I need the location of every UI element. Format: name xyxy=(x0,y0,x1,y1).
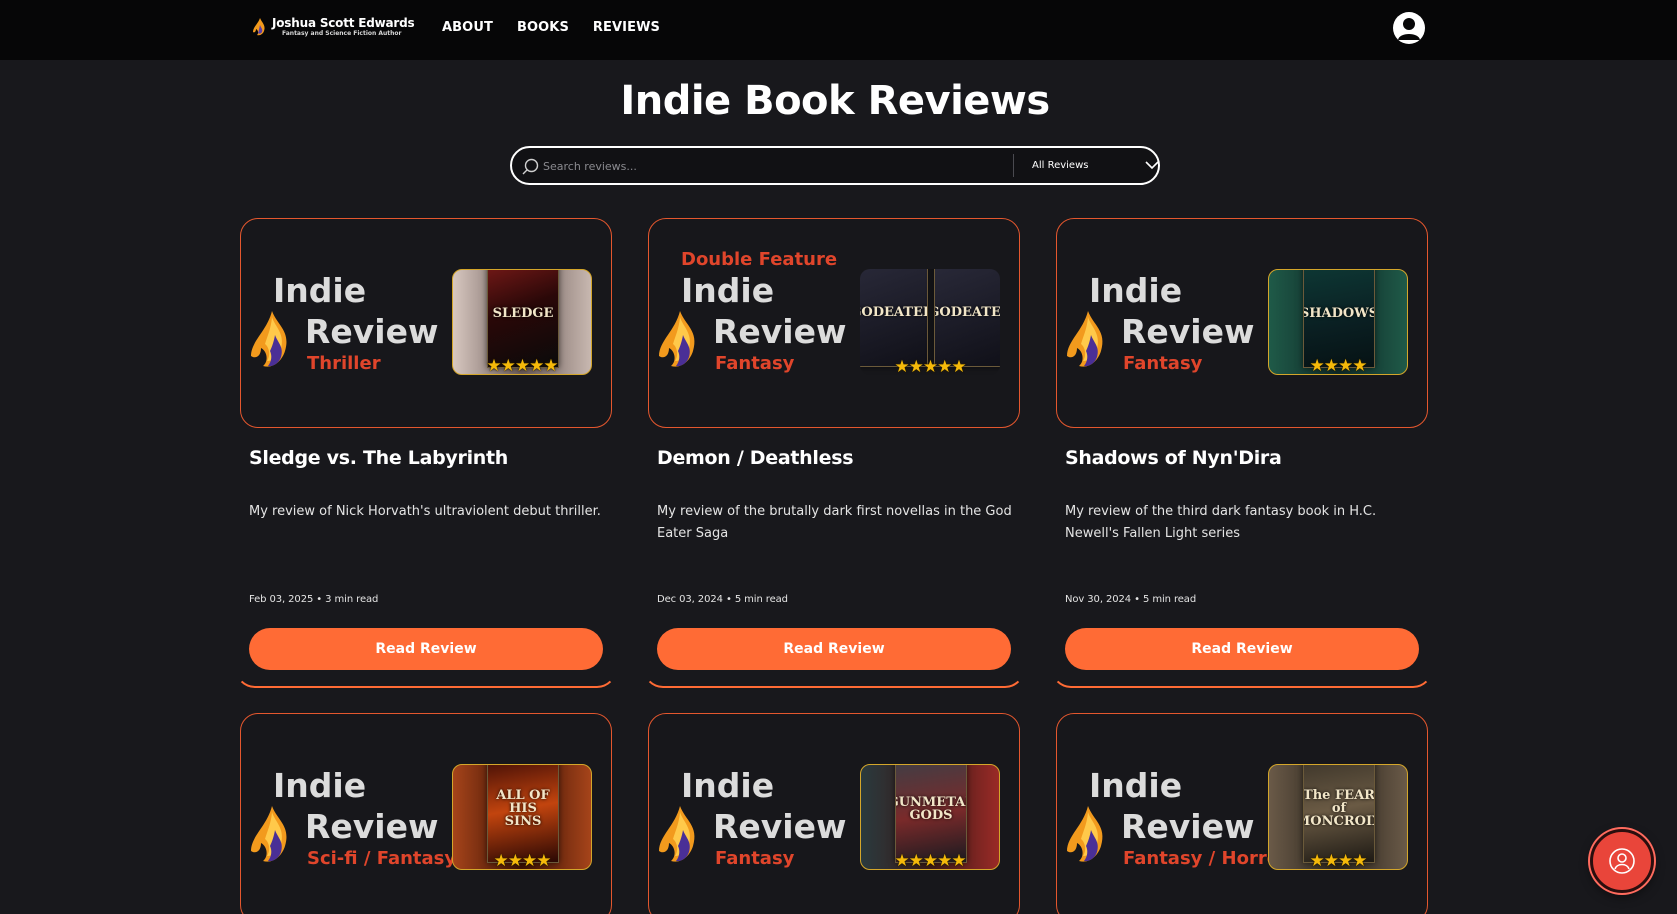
review-banner[interactable]: Double FeatureIndieReviewFantasy GODEATER… xyxy=(648,218,1020,428)
nav-link-books[interactable]: BOOKS xyxy=(517,20,569,35)
star-rating: ★★★★★ xyxy=(894,851,966,870)
banner-review-text: Review xyxy=(305,312,439,351)
banner-review-text: Review xyxy=(713,807,847,846)
cover-frame: GUNMETAL GODS ★★★★★ xyxy=(860,764,1000,870)
banner-review-text: Review xyxy=(1121,312,1255,351)
review-banner[interactable]: Indie Review Fantasy SHADOWS ★★★★ xyxy=(1056,218,1428,428)
cover-frame: SHADOWS ★★★★ xyxy=(1268,269,1408,375)
banner-genre-label: Fantasy xyxy=(1123,353,1203,374)
star-rating: ★★★★ xyxy=(1309,356,1368,375)
flame-logo-icon xyxy=(1067,311,1103,367)
search-divider xyxy=(1013,154,1014,177)
book-cover-title: GODEATER xyxy=(935,305,1000,320)
cover-frame: ALL OF HIS SINS ★★★★ xyxy=(452,764,592,870)
banner-indie-text: Indie xyxy=(1089,766,1183,805)
book-cover-title: SLEDGE xyxy=(492,306,554,321)
flame-logo-icon xyxy=(251,806,287,862)
search-icon xyxy=(522,158,539,175)
book-cover: ALL OF HIS SINS xyxy=(487,765,559,863)
card-description: My review of Nick Horvath's ultraviolent… xyxy=(249,504,601,519)
site-logo[interactable]: Joshua Scott Edwards Fantasy and Science… xyxy=(253,17,415,37)
banner-indie-text: Indie xyxy=(681,766,775,805)
card-meta: Dec 03, 2024 • 5 min read xyxy=(657,594,788,605)
banner-genre-label: Fantasy xyxy=(715,353,795,374)
book-cover-title: SHADOWS xyxy=(1303,306,1375,321)
review-card: IndieReviewFantasy GUNMETAL GODS ★★★★★ xyxy=(648,713,1020,914)
book-cover: GODEATER xyxy=(934,269,1000,367)
review-filter-select[interactable]: All Reviews xyxy=(1032,148,1159,183)
review-card: Indie Review Thriller SLEDGE ★★★★★ Sledge vs.… xyxy=(235,218,617,688)
logo-subtitle: Fantasy and Science Fiction Author xyxy=(282,30,402,37)
flame-logo-icon xyxy=(1067,806,1103,862)
book-cover-title: GODEATER xyxy=(860,305,927,320)
top-nav: Joshua Scott Edwards Fantasy and Science… xyxy=(0,0,1677,60)
banner-feature-label: Double Feature xyxy=(681,249,838,270)
card-title[interactable]: Shadows of Nyn'Dira xyxy=(1065,447,1282,469)
book-cover: GUNMETAL GODS xyxy=(895,765,967,863)
read-review-button[interactable]: Read Review xyxy=(249,628,603,670)
read-review-button[interactable]: Read Review xyxy=(1065,628,1419,670)
star-rating: ★★★★ xyxy=(493,851,552,870)
cover-frame: GODEATER GODEATER ★★★★★ xyxy=(860,269,1000,375)
flame-logo-icon xyxy=(659,806,695,862)
book-cover: The FEAR of MONCROIX xyxy=(1303,765,1375,863)
nav-link-reviews[interactable]: REVIEWS xyxy=(593,20,660,35)
page-title: Indie Book Reviews xyxy=(620,78,1050,124)
card-title[interactable]: Sledge vs. The Labyrinth xyxy=(249,447,508,469)
card-description: My review of the third dark fantasy book… xyxy=(1065,504,1377,541)
book-cover-title: The FEAR of MONCROIX xyxy=(1303,788,1375,829)
review-card: Indie Review Sci-fi / Fantasy ALL OF HIS SI… xyxy=(240,713,612,914)
review-banner[interactable]: Indie Review Sci-fi / Fantasy ALL OF HIS SI… xyxy=(240,713,612,914)
card-title[interactable]: Demon / Deathless xyxy=(657,447,854,469)
banner-review-text: Review xyxy=(305,807,439,846)
banner-indie-text: Indie xyxy=(273,766,367,805)
banner-indie-text: Indie xyxy=(1089,271,1183,310)
nav-links: ABOUT BOOKS REVIEWS xyxy=(442,20,660,35)
card-meta: Feb 03, 2025 • 3 min read xyxy=(249,594,379,605)
user-avatar[interactable] xyxy=(1393,12,1425,44)
book-cover-title: GUNMETAL GODS xyxy=(896,794,966,823)
banner-indie-text: Indie xyxy=(273,271,367,310)
review-banner[interactable]: Indie Review Thriller SLEDGE ★★★★★ xyxy=(240,218,612,428)
star-rating: ★★★★★ xyxy=(486,356,558,375)
support-icon xyxy=(1609,848,1635,874)
banner-review-text: Review xyxy=(1121,807,1255,846)
cover-frame: SLEDGE ★★★★★ xyxy=(452,269,592,375)
review-card: Indie Review Fantasy SHADOWS ★★★★ Shadows of … xyxy=(1051,218,1433,688)
card-meta: Nov 30, 2024 • 5 min read xyxy=(1065,594,1197,605)
flame-logo-icon xyxy=(251,311,287,367)
banner-review-text: Review xyxy=(713,312,847,351)
review-banner[interactable]: IndieReviewFantasy GUNMETAL GODS ★★★★★ xyxy=(648,713,1020,914)
banner-genre-label: Fantasy / Horror xyxy=(1123,848,1288,869)
star-rating: ★★★★ xyxy=(1309,851,1368,870)
user-icon xyxy=(1398,18,1420,40)
search-input[interactable] xyxy=(543,155,1003,177)
filter-label: All Reviews xyxy=(1032,160,1089,171)
banner-genre-label: Thriller xyxy=(307,353,381,374)
logo-name: Joshua Scott Edwards xyxy=(272,16,415,30)
book-cover-title: ALL OF HIS SINS xyxy=(496,788,550,829)
read-review-button[interactable]: Read Review xyxy=(657,628,1011,670)
review-banner[interactable]: IndieReviewFantasy / HorrorThe FEAR of M… xyxy=(1056,713,1428,914)
search-bar: All Reviews xyxy=(510,146,1160,185)
banner-genre-label: Fantasy xyxy=(715,848,795,869)
flame-logo-icon xyxy=(659,311,695,367)
flame-icon xyxy=(253,18,265,36)
book-cover: GODEATER xyxy=(860,269,928,367)
card-description: My review of the brutally dark first nov… xyxy=(657,504,1012,541)
review-card: IndieReviewFantasy / HorrorThe FEAR of M… xyxy=(1056,713,1428,914)
chat-button[interactable] xyxy=(1590,829,1654,893)
book-cover: SHADOWS xyxy=(1303,270,1375,368)
banner-indie-text: Indie xyxy=(681,271,775,310)
chevron-down-icon xyxy=(1145,161,1159,170)
book-cover: SLEDGE xyxy=(487,270,559,368)
review-card: Double FeatureIndieReviewFantasy GODEATER… xyxy=(643,218,1025,688)
cover-frame: The FEAR of MONCROIX ★★★★ xyxy=(1268,764,1408,870)
star-rating: ★★★★★ xyxy=(894,357,966,375)
banner-genre-label: Sci-fi / Fantasy xyxy=(307,848,457,869)
nav-link-about[interactable]: ABOUT xyxy=(442,20,493,35)
